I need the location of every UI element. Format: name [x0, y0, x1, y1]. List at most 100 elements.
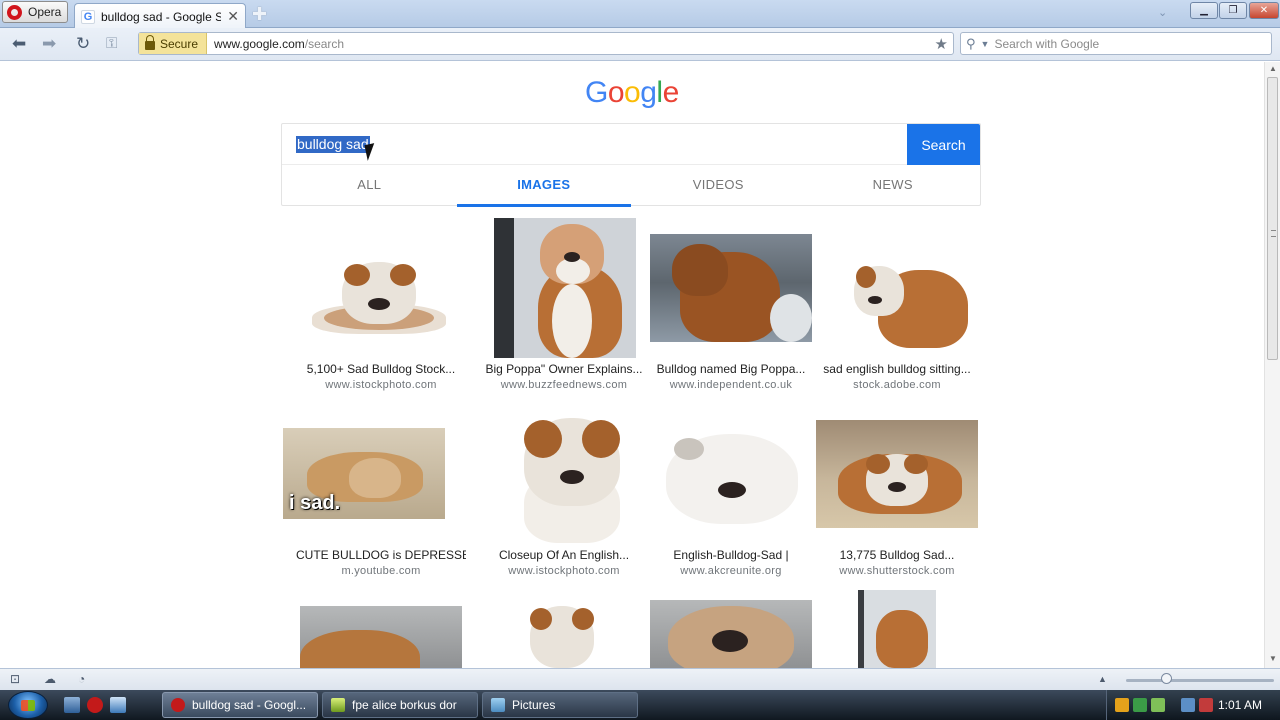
google-favicon-icon: G: [81, 9, 95, 24]
search-icon: ⚲: [966, 35, 976, 51]
chevron-up-icon[interactable]: ▲: [1098, 674, 1107, 684]
result-source: www.istockphoto.com: [508, 565, 620, 577]
result-image[interactable]: [494, 218, 636, 358]
url-path: /search: [304, 36, 345, 51]
star-icon[interactable]: ★: [935, 35, 953, 53]
secure-badge[interactable]: Secure: [139, 33, 208, 54]
result-image[interactable]: [660, 424, 804, 532]
key-icon[interactable]: ⚿: [106, 35, 117, 52]
status-bar: ⊡ ☁ ◔ ▲: [0, 668, 1280, 690]
show-desktop-icon[interactable]: [64, 697, 80, 713]
scroll-down-icon[interactable]: ▼: [1269, 654, 1277, 663]
volume-muted-icon[interactable]: [1199, 698, 1213, 712]
tab-title: bulldog sad - Google S...: [101, 9, 222, 24]
window-close-button[interactable]: ✕: [1249, 2, 1279, 19]
switch-windows-icon[interactable]: [110, 697, 126, 713]
secure-label: Secure: [160, 36, 199, 51]
result-title[interactable]: 5,100+ Sad Bulldog Stock...: [296, 362, 466, 376]
result-title[interactable]: Big Poppa" Owner Explains...: [479, 362, 649, 376]
result-image[interactable]: [520, 602, 604, 668]
speed-icon[interactable]: ◔: [78, 672, 85, 686]
result-title[interactable]: Bulldog named Big Poppa...: [646, 362, 816, 376]
url-text[interactable]: www.google.com/search: [207, 37, 935, 51]
result-image[interactable]: [304, 244, 454, 344]
logo-letter: g: [640, 76, 657, 109]
taskbar-item-document[interactable]: fpe alice borkus dor: [322, 692, 478, 718]
monitor-icon[interactable]: [1181, 698, 1195, 712]
logo-letter: o: [607, 76, 625, 109]
search-button[interactable]: Search: [907, 124, 980, 165]
result-image[interactable]: [650, 600, 812, 668]
browser-search-box[interactable]: ⚲ ▼: [960, 32, 1272, 55]
result-image[interactable]: [510, 414, 634, 543]
maximize-button[interactable]: ❐: [1219, 2, 1247, 19]
security-shield-icon[interactable]: [1115, 698, 1129, 712]
vertical-scrollbar[interactable]: ▲ ▼: [1264, 62, 1280, 668]
google-logo[interactable]: Google: [585, 76, 679, 110]
result-image[interactable]: [650, 234, 812, 342]
tab-all[interactable]: ALL: [282, 165, 457, 206]
grip-icon: [1271, 230, 1276, 237]
mouse-cursor-icon: [364, 143, 378, 161]
scroll-up-icon[interactable]: ▲: [1269, 64, 1277, 73]
tab-videos[interactable]: VIDEOS: [631, 165, 806, 206]
taskbar-item-pictures[interactable]: Pictures: [482, 692, 638, 718]
logo-letter: G: [585, 76, 608, 109]
opera-quicklaunch-icon[interactable]: [87, 697, 103, 713]
browser-search-input[interactable]: [994, 36, 1271, 51]
chevron-down-icon[interactable]: ▼: [981, 39, 990, 49]
tab-strip: Opera G bulldog sad - Google S... ✕ ✚ ⌄ …: [0, 0, 1280, 29]
result-title[interactable]: Closeup Of An English...: [479, 548, 649, 562]
scrollbar-thumb[interactable]: [1267, 77, 1278, 360]
panel-toggle-icon[interactable]: ⊡: [10, 672, 20, 686]
result-title[interactable]: sad english bulldog sitting...: [812, 362, 982, 376]
back-icon[interactable]: ⬅: [12, 34, 26, 54]
lock-icon: [145, 35, 155, 50]
forward-icon[interactable]: ➡: [42, 34, 56, 54]
chevron-down-icon[interactable]: ⌄: [1158, 6, 1167, 19]
tab-images[interactable]: IMAGES: [456, 165, 632, 207]
tab-google-search[interactable]: G bulldog sad - Google S... ✕: [74, 3, 246, 29]
logo-letter: o: [624, 76, 641, 109]
tab-news[interactable]: NEWS: [806, 165, 981, 206]
taskbar-item-opera[interactable]: bulldog sad - Googl...: [162, 692, 318, 718]
close-icon[interactable]: ✕: [227, 8, 239, 25]
result-image[interactable]: i sad.: [283, 428, 445, 519]
taskbar-item-label: bulldog sad - Googl...: [192, 698, 307, 712]
taskbar-item-label: Pictures: [512, 698, 556, 712]
sync-icon[interactable]: [1151, 698, 1165, 712]
result-source: m.youtube.com: [341, 565, 421, 577]
result-image[interactable]: [816, 420, 978, 528]
result-title[interactable]: CUTE BULLDOG is DEPRESSED!...: [296, 548, 466, 562]
plus-icon[interactable]: ✚: [252, 4, 267, 25]
reload-icon[interactable]: ↻: [76, 34, 90, 54]
address-bar[interactable]: Secure www.google.com/search ★: [138, 32, 954, 55]
windows-taskbar: bulldog sad - Googl... fpe alice borkus …: [0, 690, 1280, 720]
document-icon: [331, 698, 345, 712]
opera-menu-label: Opera: [28, 5, 62, 19]
meme-caption: i sad.: [289, 492, 341, 514]
result-source: www.shutterstock.com: [839, 565, 955, 577]
network-icon[interactable]: [1133, 698, 1147, 712]
result-title[interactable]: English-Bulldog-Sad |: [646, 548, 816, 562]
taskbar-item-label: fpe alice borkus dor: [352, 698, 457, 712]
logo-letter: e: [662, 76, 680, 109]
clock[interactable]: 1:01 AM: [1218, 698, 1262, 712]
zoom-slider-handle[interactable]: [1161, 673, 1172, 684]
result-image[interactable]: [818, 252, 978, 348]
result-type-tabs: ALL IMAGES VIDEOS NEWS: [282, 165, 981, 207]
result-source: www.buzzfeednews.com: [500, 379, 628, 391]
windows-start-icon[interactable]: [8, 691, 48, 719]
search-input[interactable]: bulldog sad Search: [282, 124, 980, 165]
opera-menu-button[interactable]: Opera: [2, 1, 68, 23]
cloud-icon[interactable]: ☁: [44, 672, 56, 686]
result-image[interactable]: [300, 606, 462, 668]
zoom-slider[interactable]: [1126, 679, 1274, 682]
result-image[interactable]: [858, 590, 936, 668]
search-card: bulldog sad Search ALL IMAGES VIDEOS NEW…: [281, 123, 981, 207]
url-domain: www.google.com: [214, 36, 305, 51]
minimize-button[interactable]: ▁: [1190, 2, 1218, 19]
result-title[interactable]: 13,775 Bulldog Sad...: [812, 548, 982, 562]
result-source: www.istockphoto.com: [325, 379, 437, 391]
result-source: www.independent.co.uk: [669, 379, 793, 391]
